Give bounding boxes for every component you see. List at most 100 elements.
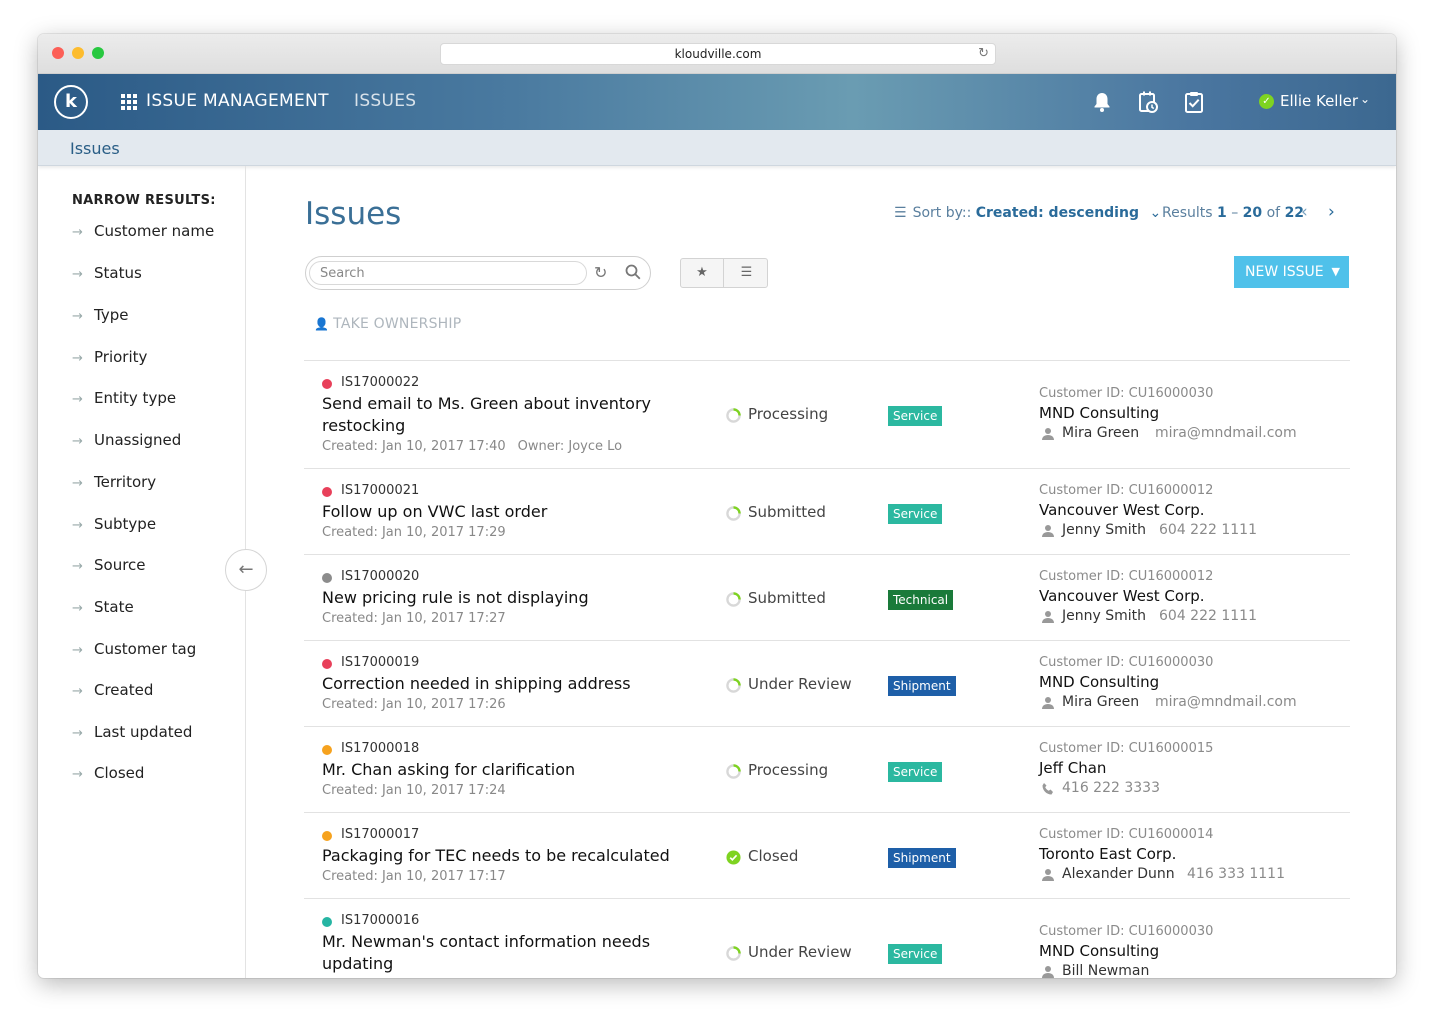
arrow-right-icon: → (72, 434, 83, 449)
created-date: Created: Jan 10, 2017 17:40 (322, 439, 506, 454)
filter-label: Customer name (94, 222, 215, 240)
filter-item[interactable]: → Source (72, 556, 146, 580)
filter-item[interactable]: → Unassigned (72, 431, 181, 455)
issue-id[interactable]: IS17000021 (341, 483, 419, 498)
filter-label: State (94, 598, 134, 616)
sidebar-heading: NARROW RESULTS: (72, 193, 216, 208)
refresh-icon[interactable]: ↻ (594, 263, 607, 282)
person-icon (1042, 525, 1054, 537)
chevron-left-icon[interactable]: ‹ (1301, 202, 1308, 222)
issue-id[interactable]: IS17000016 (341, 913, 419, 928)
issue-id[interactable]: IS17000022 (341, 375, 419, 390)
issue-row[interactable]: IS17000022 Send email to Ms. Green about … (304, 360, 1350, 468)
list-view-icon[interactable]: ☰ (725, 259, 768, 287)
take-ownership-button[interactable]: 👤 TAKE OWNERSHIP (314, 316, 461, 332)
nav-issues[interactable]: ISSUES (354, 91, 416, 111)
issue-title[interactable]: Send email to Ms. Green about inventory … (322, 393, 682, 437)
filter-item[interactable]: → Closed (72, 764, 144, 788)
chevron-down-icon[interactable]: ⌄ (1360, 92, 1370, 106)
filter-item[interactable]: → Priority (72, 348, 147, 372)
phone-icon (1042, 783, 1053, 795)
owner: Owner: Joyce Lo (517, 439, 623, 454)
issue-status: Under Review (748, 943, 852, 961)
filter-label: Unassigned (94, 431, 182, 449)
reload-icon[interactable]: ↻ (978, 44, 989, 64)
app-logo[interactable]: k (54, 85, 88, 119)
arrow-right-icon: → (72, 643, 83, 658)
customer-id: Customer ID: CU16000030 (1039, 924, 1214, 939)
issue-status: Under Review (748, 675, 852, 693)
filter-item[interactable]: → Type (72, 306, 128, 330)
issue-title[interactable]: Packaging for TEC needs to be recalculat… (322, 845, 682, 867)
issue-title[interactable]: New pricing rule is not displaying (322, 587, 682, 609)
calendar-clock-icon[interactable] (1137, 90, 1159, 114)
customer-name[interactable]: Vancouver West Corp. (1039, 587, 1205, 605)
maximize-window-icon[interactable] (92, 47, 104, 59)
issue-row[interactable]: IS17000016 Mr. Newman's contact informati… (304, 898, 1350, 978)
arrow-right-icon: → (72, 518, 83, 533)
apps-grid-icon[interactable] (121, 94, 137, 110)
results-label: Results (1162, 205, 1213, 221)
type-badge: Service (888, 944, 943, 964)
issue-row[interactable]: IS17000018 Mr. Chan asking for clarificat… (304, 726, 1350, 812)
new-issue-button[interactable]: NEW ISSUE ▼ (1234, 256, 1349, 288)
issue-id[interactable]: IS17000017 (341, 827, 419, 842)
filter-item[interactable]: → Entity type (72, 389, 176, 413)
customer-name[interactable]: Jeff Chan (1039, 759, 1106, 777)
issue-row[interactable]: IS17000020 New pricing rule is not displa… (304, 554, 1350, 640)
issue-id[interactable]: IS17000020 (341, 569, 419, 584)
priority-dot-icon (322, 831, 332, 841)
issue-status: Processing (748, 405, 829, 423)
search-input[interactable] (309, 261, 587, 285)
star-icon[interactable]: ★ (681, 259, 724, 287)
issue-row[interactable]: IS17000021 Follow up on VWC last order Cre… (304, 468, 1350, 554)
browser-chrome: kloudville.com ↻ (38, 34, 1396, 74)
priority-dot-icon (322, 573, 332, 583)
search-icon[interactable] (624, 263, 642, 281)
type-badge: Shipment (888, 676, 956, 696)
created-date: Created: Jan 10, 2017 17:29 (322, 525, 506, 540)
issue-title[interactable]: Mr. Newman's contact information needs u… (322, 931, 682, 975)
issue-id[interactable]: IS17000019 (341, 655, 419, 670)
url-bar[interactable]: kloudville.com ↻ (440, 43, 996, 65)
customer-name[interactable]: Vancouver West Corp. (1039, 501, 1205, 519)
customer-name[interactable]: MND Consulting (1039, 673, 1159, 691)
customer-name[interactable]: MND Consulting (1039, 942, 1159, 960)
issue-status: Closed (748, 847, 799, 865)
filter-item[interactable]: → Customer tag (72, 640, 196, 664)
issue-title[interactable]: Mr. Chan asking for clarification (322, 759, 682, 781)
created-date: Created: Jan 10, 2017 17:26 (322, 697, 506, 712)
sort-dropdown[interactable]: ☰ Sort by:: Created: descending ⌄ (894, 205, 1161, 221)
issue-title[interactable]: Follow up on VWC last order (322, 501, 682, 523)
filter-item[interactable]: → Subtype (72, 515, 156, 539)
contact-name: Jenny Smith (1062, 608, 1146, 624)
close-window-icon[interactable] (52, 47, 64, 59)
app-title[interactable]: ISSUE MANAGEMENT (146, 91, 329, 111)
issue-title[interactable]: Correction needed in shipping address (322, 673, 682, 695)
filter-item[interactable]: → State (72, 598, 134, 622)
breadcrumb[interactable]: Issues (70, 139, 120, 158)
clipboard-check-icon[interactable] (1183, 90, 1205, 114)
issue-row[interactable]: IS17000017 Packaging for TEC needs to be … (304, 812, 1350, 898)
minimize-window-icon[interactable] (72, 47, 84, 59)
type-badge: Service (888, 762, 943, 782)
bell-icon[interactable] (1091, 90, 1113, 114)
issue-id[interactable]: IS17000018 (341, 741, 419, 756)
filter-item[interactable]: → Customer name (72, 222, 214, 246)
contact-name: Alexander Dunn (1062, 866, 1175, 882)
issue-meta: Created: Jan 10, 2017 17:27 (322, 611, 506, 626)
filter-item[interactable]: → Last updated (72, 723, 192, 747)
new-issue-label: NEW ISSUE (1245, 264, 1324, 280)
customer-name[interactable]: Toronto East Corp. (1039, 845, 1176, 863)
filter-item[interactable]: → Status (72, 264, 142, 288)
user-menu[interactable]: Ellie Keller (1280, 92, 1358, 110)
issue-meta: Created: Jan 10, 2017 17:29 (322, 525, 506, 540)
customer-name[interactable]: MND Consulting (1039, 404, 1159, 422)
priority-dot-icon (322, 745, 332, 755)
view-toggle: ★ ☰ (680, 258, 768, 288)
filter-item[interactable]: → Created (72, 681, 153, 705)
filter-label: Type (94, 306, 129, 324)
issue-row[interactable]: IS17000019 Correction needed in shipping … (304, 640, 1350, 726)
filter-item[interactable]: → Territory (72, 473, 156, 497)
chevron-right-icon[interactable]: › (1328, 202, 1335, 222)
